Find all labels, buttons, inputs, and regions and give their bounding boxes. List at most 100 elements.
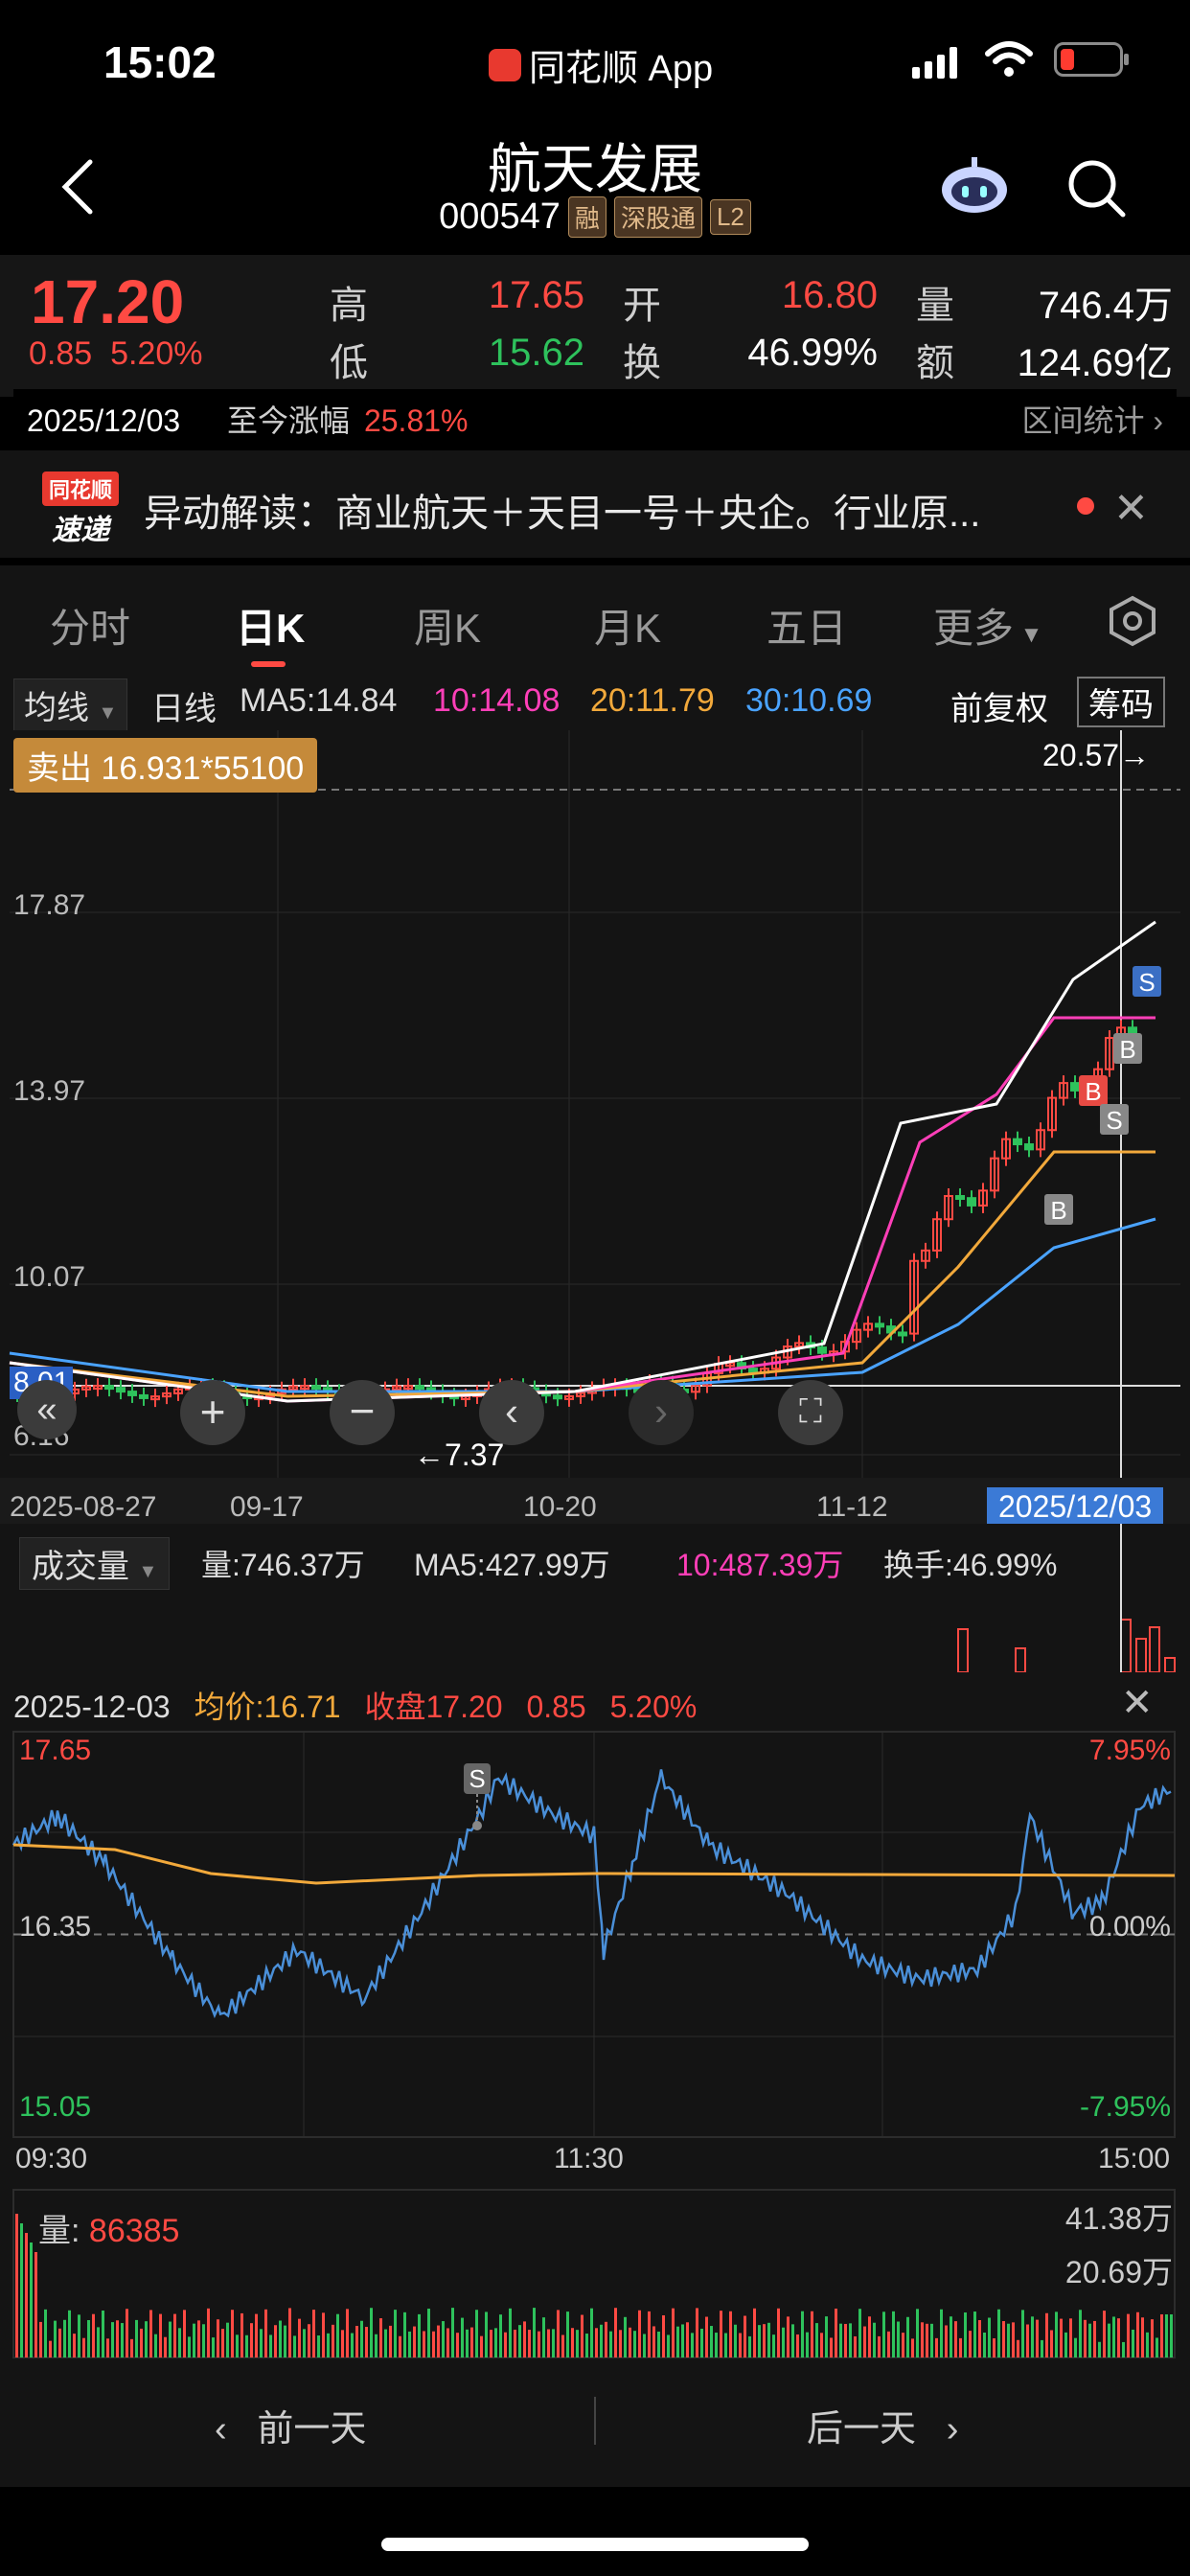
intraday-volume-bar	[336, 2313, 339, 2358]
indicator-selector[interactable]: 均线 ▼	[13, 678, 128, 731]
intraday-volume-bar	[614, 2308, 617, 2358]
caret-down-icon: ▼	[98, 702, 118, 724]
intraday-volume-bar	[705, 2316, 708, 2358]
intraday-volume-bar	[217, 2319, 219, 2358]
tab-monthly-k[interactable]: 月K	[594, 596, 661, 655]
zoom-out-left-icon[interactable]: «	[17, 1380, 77, 1439]
intraday-volume-bar	[288, 2308, 291, 2358]
assistant-robot-icon[interactable]	[939, 155, 1010, 217]
chevron-left-icon[interactable]: ‹	[479, 1380, 544, 1445]
x-label-3: 10-20	[523, 1491, 597, 1523]
volume-panel[interactable]: 成交量 ▼ 量:746.37万 MA5:427.99万 10:487.39万 换…	[0, 1524, 1190, 1672]
last-price: 17.20	[31, 267, 185, 336]
intraday-volume-bar	[470, 2327, 473, 2358]
app-indicator: 同花顺 App	[489, 38, 713, 91]
intraday-volume-bar	[1036, 2319, 1039, 2358]
close-icon[interactable]: ✕	[1113, 484, 1149, 533]
minus-icon[interactable]: −	[330, 1380, 395, 1445]
volume-selector[interactable]: 成交量 ▼	[19, 1537, 171, 1590]
intraday-volume-bar	[906, 2316, 909, 2358]
wifi-icon	[985, 41, 1033, 77]
day-navigation: ‹ 前一天 后一天 ›	[0, 2362, 1190, 2487]
plus-icon[interactable]: +	[180, 1380, 245, 1445]
intraday-volume-bar	[523, 2321, 526, 2358]
intraday-volume-bar	[911, 2338, 914, 2358]
intraday-volume-bar	[30, 2242, 33, 2358]
chevron-right-icon: ›	[946, 2409, 959, 2450]
chevron-left-icon: ‹	[215, 2409, 227, 2450]
chevron-right-icon: ›	[1153, 403, 1163, 438]
tab-weekly-k[interactable]: 周K	[414, 596, 481, 655]
intraday-volume-bar	[561, 2334, 564, 2358]
intraday-volume-bar	[930, 2323, 933, 2358]
intraday-volume-bar	[638, 2310, 641, 2358]
intraday-volume-bar	[111, 2322, 114, 2358]
intraday-volume-bar	[130, 2338, 133, 2358]
period-label: 至今涨幅	[227, 403, 351, 438]
period-value: 25.81%	[363, 403, 469, 438]
intraday-volume-bar	[351, 2333, 354, 2358]
intraday-volume-bar	[758, 2325, 761, 2358]
candle-body	[1024, 1143, 1034, 1151]
intraday-volume-bar	[379, 2318, 382, 2358]
intraday-volume-bar	[652, 2326, 655, 2358]
intraday-volume-bar	[145, 2321, 148, 2358]
chevron-right-icon[interactable]: ›	[629, 1380, 694, 1445]
stock-code: 000547	[439, 196, 561, 237]
chips-button[interactable]: 筹码	[1077, 677, 1165, 727]
intraday-volume-bar	[700, 2328, 703, 2358]
intraday-volume-bar	[308, 2324, 310, 2358]
intraday-volume-bar	[854, 2335, 857, 2358]
intraday-volume-bar	[648, 2311, 651, 2358]
next-day-button[interactable]: 后一天 ›	[807, 2399, 958, 2451]
tab-more[interactable]: 更多 ▼	[933, 596, 1042, 655]
active-tab-indicator	[251, 661, 286, 667]
intraday-sell-marker[interactable]: S	[464, 1763, 491, 1794]
fullscreen-icon[interactable]: ⛶	[778, 1380, 843, 1445]
intraday-popup[interactable]	[0, 1672, 1190, 2362]
intraday-volume-bar	[1069, 2318, 1072, 2358]
intraday-volume-bar	[715, 2333, 718, 2358]
tab-five-day[interactable]: 五日	[767, 596, 847, 655]
volume-bar	[1015, 1647, 1026, 1672]
x-label-2: 09-17	[230, 1491, 304, 1523]
indicator-selector-label: 均线	[24, 690, 89, 726]
intraday-volume-bar	[226, 2322, 229, 2358]
intraday-volume-bar	[547, 2329, 550, 2358]
volume-turnover: 换手:46.99%	[883, 1548, 1058, 1582]
period-row[interactable]: 2025/12/03 至今涨幅 25.81% 区间统计 ›	[13, 389, 1177, 438]
close-icon[interactable]: ✕	[1121, 1681, 1154, 1725]
high-label: 高	[330, 285, 368, 327]
tab-daily-k[interactable]: 日K	[236, 596, 305, 655]
intraday-volume-bar	[178, 2328, 181, 2358]
intraday-volume-bar	[25, 2233, 28, 2358]
intraday-volume-bar	[643, 2334, 646, 2358]
volume-ma10: 10:487.39万	[676, 1548, 844, 1582]
battery-icon	[1054, 42, 1129, 77]
intraday-volume-bar	[1170, 2314, 1173, 2358]
search-icon[interactable]	[1065, 157, 1127, 218]
news-headline[interactable]: 异动解读：商业航天＋天目一号＋央企。行业原...	[144, 482, 1035, 538]
intraday-volume-bar	[571, 2328, 574, 2358]
intraday-volume-bar	[346, 2309, 349, 2358]
intraday-volume-bar	[696, 2308, 698, 2358]
adjust-mode[interactable]: 前复权	[950, 682, 1048, 729]
trade-tag[interactable]: 卖出 16.931*55100	[13, 738, 318, 793]
intraday-volume-bar	[528, 2330, 531, 2358]
candle-body	[817, 1346, 827, 1354]
kline-chart[interactable]: SBBSB	[0, 730, 1190, 1478]
intraday-volume-bar	[1108, 2323, 1110, 2358]
intraday-volume-bar	[950, 2316, 952, 2358]
intraday-volume-bar	[954, 2321, 957, 2358]
prev-day-button[interactable]: ‹ 前一天	[215, 2399, 366, 2451]
intraday-change-pct: 5.20%	[609, 1690, 698, 1724]
tab-intraday[interactable]: 分时	[50, 596, 130, 655]
intraday-volume-bar	[202, 2324, 205, 2358]
tag-l2: L2	[709, 199, 751, 235]
settings-hexagon-icon[interactable]	[1106, 594, 1159, 648]
interval-stats-link[interactable]: 区间统计 ›	[1021, 397, 1163, 441]
prev-day-label: 前一天	[257, 2409, 367, 2450]
volume-bar	[1120, 1619, 1132, 1672]
intraday-volume-bar	[595, 2328, 598, 2358]
turnover-label: 换	[623, 342, 661, 384]
